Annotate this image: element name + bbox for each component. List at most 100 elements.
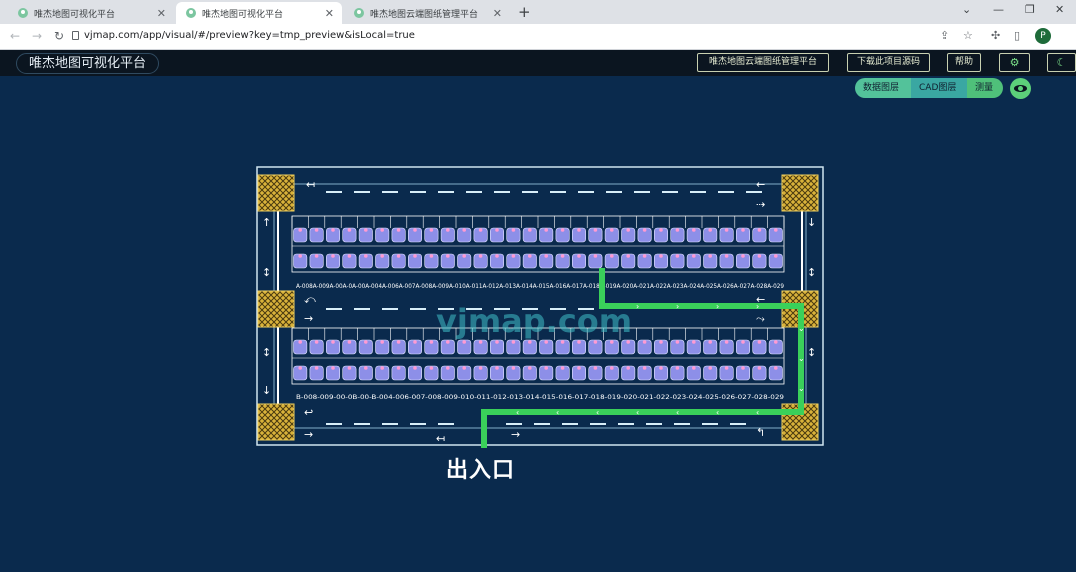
car-light: [544, 366, 548, 370]
car-light: [347, 340, 352, 344]
reload-icon[interactable]: ↻: [54, 29, 64, 43]
visibility-eye-icon[interactable]: [1010, 78, 1031, 99]
car-light: [298, 366, 302, 370]
car-light: [724, 228, 729, 232]
lane-arrow-icon: ↩: [304, 406, 313, 419]
minimize-icon[interactable]: —: [993, 3, 1004, 16]
car-light: [429, 228, 434, 232]
bookmark-star-icon[interactable]: ☆: [963, 29, 973, 42]
close-icon[interactable]: ✕: [157, 7, 166, 20]
car-light: [446, 340, 450, 344]
browser-tab-active[interactable]: 唯杰地图可视化平台 ✕: [176, 2, 342, 24]
svg-text:‹: ‹: [636, 408, 639, 417]
restore-icon[interactable]: ❐: [1025, 3, 1035, 16]
car-light: [511, 340, 516, 344]
parking-bays: [291, 215, 785, 385]
car-light: [331, 254, 335, 258]
car-light: [774, 228, 778, 232]
cad-layer-toggle[interactable]: CAD图层: [911, 78, 967, 98]
upper-bay-labels: A-008A-009A-00A-0A-00A-004A-006A-007A-00…: [296, 283, 784, 290]
tab-title: 唯杰地图可视化平台: [34, 9, 116, 20]
car-light: [413, 254, 417, 258]
lower-bay-labels: B-008-009-00-0B-00-B-004-006-007-008-009…: [296, 394, 784, 401]
car-light: [577, 228, 581, 232]
car-light: [528, 340, 532, 344]
car-light: [757, 340, 762, 344]
car-light: [347, 366, 352, 370]
download-source-button[interactable]: 下载此项目源码: [847, 53, 930, 72]
data-layer-toggle[interactable]: 数据图层: [855, 78, 911, 98]
lane-arrow-icon: ↰: [756, 426, 765, 439]
car-light: [347, 254, 352, 258]
car-light: [495, 366, 499, 370]
browser-tab[interactable]: 唯杰地图可视化平台 ✕: [8, 2, 174, 24]
car-light: [577, 340, 581, 344]
car-light: [642, 340, 647, 344]
car-light: [314, 228, 319, 232]
car-light: [560, 366, 565, 370]
car-light: [495, 340, 499, 344]
layer-toggle-group: 数据图层 CAD图层 测量: [855, 78, 1003, 98]
url-field[interactable]: vjmap.com/app/visual/#/preview?key=tmp_p…: [84, 30, 415, 41]
new-tab-button[interactable]: +: [518, 3, 531, 21]
settings-gear-icon[interactable]: ⚙: [999, 53, 1030, 72]
share-icon[interactable]: ⇪: [940, 29, 949, 42]
car-light: [610, 366, 614, 370]
close-icon[interactable]: ✕: [325, 7, 334, 20]
back-icon[interactable]: ←: [10, 29, 20, 43]
forward-icon[interactable]: →: [32, 29, 42, 43]
svg-text:‹: ‹: [516, 408, 519, 417]
corner-pillar: [781, 174, 819, 212]
browser-tab[interactable]: 唯杰地图云端图纸管理平台 ✕: [344, 2, 510, 24]
car-light: [692, 254, 696, 258]
help-button[interactable]: 帮助: [947, 53, 981, 72]
svg-text:‹: ‹: [676, 408, 679, 417]
car-light: [528, 228, 532, 232]
car-light: [413, 366, 417, 370]
site-favicon-icon: [18, 8, 28, 18]
car-light: [757, 254, 762, 258]
svg-text:‹: ‹: [596, 408, 599, 417]
dark-mode-moon-icon[interactable]: ☾: [1047, 53, 1076, 72]
car-light: [642, 228, 647, 232]
car-light: [724, 366, 729, 370]
car-light: [495, 228, 499, 232]
car-light: [675, 340, 680, 344]
car-light: [593, 366, 598, 370]
car-light: [364, 254, 368, 258]
car-light: [692, 228, 696, 232]
tab-title: 唯杰地图可视化平台: [202, 9, 284, 20]
avatar[interactable]: P: [1035, 28, 1051, 44]
car-light: [364, 228, 368, 232]
car-light: [298, 228, 302, 232]
close-icon[interactable]: ✕: [493, 7, 502, 20]
tab-search-chevron-icon[interactable]: ⌄: [962, 3, 971, 16]
car-light: [446, 254, 450, 258]
lane-arrow-icon: ↕: [807, 266, 816, 279]
car-light: [675, 254, 680, 258]
measure-toggle[interactable]: 测量: [967, 78, 1003, 98]
car-light: [331, 340, 335, 344]
lock-icon: [72, 31, 79, 40]
car-light: [380, 366, 384, 370]
car-light: [298, 340, 302, 344]
svg-text:›: ›: [756, 302, 759, 311]
car-light: [741, 366, 745, 370]
car-light: [708, 340, 712, 344]
cloud-platform-button[interactable]: 唯杰地图云端图纸管理平台: [697, 53, 829, 72]
car-light: [741, 254, 745, 258]
car-light: [544, 340, 548, 344]
car-light: [675, 366, 680, 370]
browser-address-bar: ← → ↻ vjmap.com/app/visual/#/preview?key…: [0, 24, 1076, 50]
side-panel-icon[interactable]: ▯: [1014, 29, 1020, 42]
car-light: [495, 254, 499, 258]
car-light: [544, 228, 548, 232]
extensions-icon[interactable]: ✣: [991, 29, 1000, 42]
close-window-icon[interactable]: ✕: [1055, 3, 1064, 16]
svg-text:‹: ‹: [716, 408, 719, 417]
car-light: [347, 228, 352, 232]
car-light: [610, 228, 614, 232]
car-light: [314, 340, 319, 344]
car-light: [462, 228, 466, 232]
car-light: [560, 228, 565, 232]
